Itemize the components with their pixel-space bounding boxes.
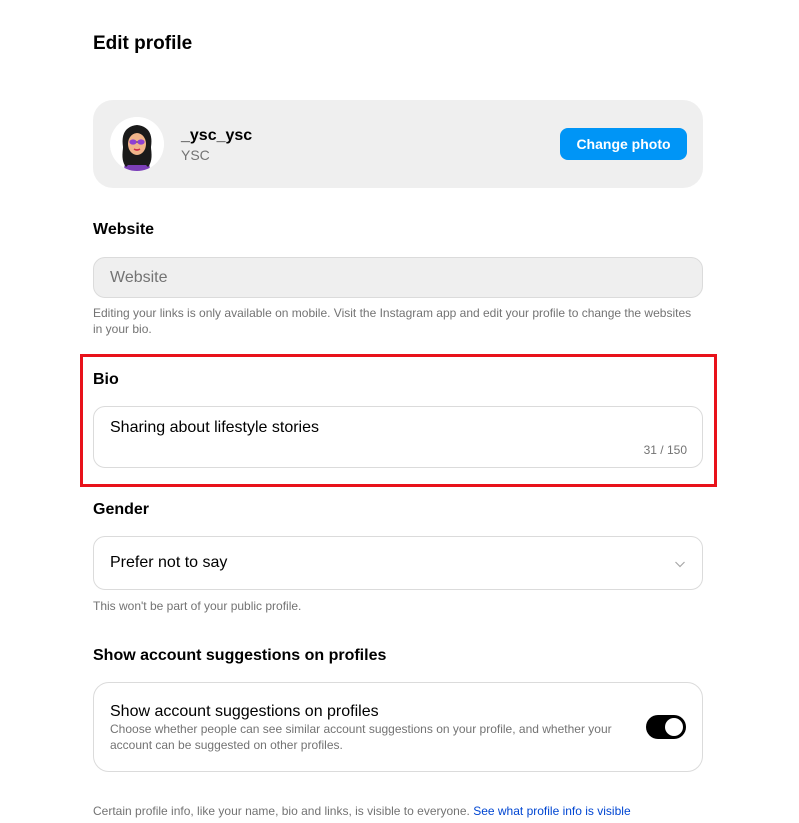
gender-selected-value: Prefer not to say bbox=[110, 554, 228, 571]
website-input[interactable] bbox=[93, 257, 703, 298]
avatar[interactable] bbox=[110, 117, 164, 171]
avatar-illustration bbox=[110, 117, 164, 171]
gender-select[interactable]: Prefer not to say bbox=[93, 536, 703, 590]
page-title: Edit profile bbox=[93, 33, 193, 54]
bio-highlight-box bbox=[80, 354, 717, 487]
suggestions-toggle[interactable] bbox=[646, 715, 686, 739]
website-helper-text: Editing your links is only available on … bbox=[93, 306, 692, 336]
website-label: Website bbox=[93, 221, 155, 238]
profile-username: _ysc_ysc bbox=[181, 127, 253, 144]
footer-text: Certain profile info, like your name, bi… bbox=[93, 804, 470, 818]
change-photo-button[interactable]: Change photo bbox=[560, 128, 687, 160]
suggestions-section-label: Show account suggestions on profiles bbox=[93, 647, 387, 664]
gender-label: Gender bbox=[93, 501, 150, 518]
suggestions-description: Choose whether people can see similar ac… bbox=[110, 722, 612, 752]
footer-note: Certain profile info, like your name, bi… bbox=[93, 804, 631, 818]
suggestions-card: Show account suggestions on profiles Cho… bbox=[93, 682, 703, 772]
gender-helper-text: This won't be part of your public profil… bbox=[93, 599, 302, 613]
toggle-knob bbox=[665, 718, 683, 736]
suggestions-title: Show account suggestions on profiles bbox=[110, 703, 379, 720]
profile-card: _ysc_ysc YSC Change photo bbox=[93, 100, 703, 188]
profile-full-name: YSC bbox=[181, 147, 210, 163]
see-profile-info-link[interactable]: See what profile info is visible bbox=[473, 804, 630, 818]
chevron-down-icon bbox=[675, 561, 685, 568]
